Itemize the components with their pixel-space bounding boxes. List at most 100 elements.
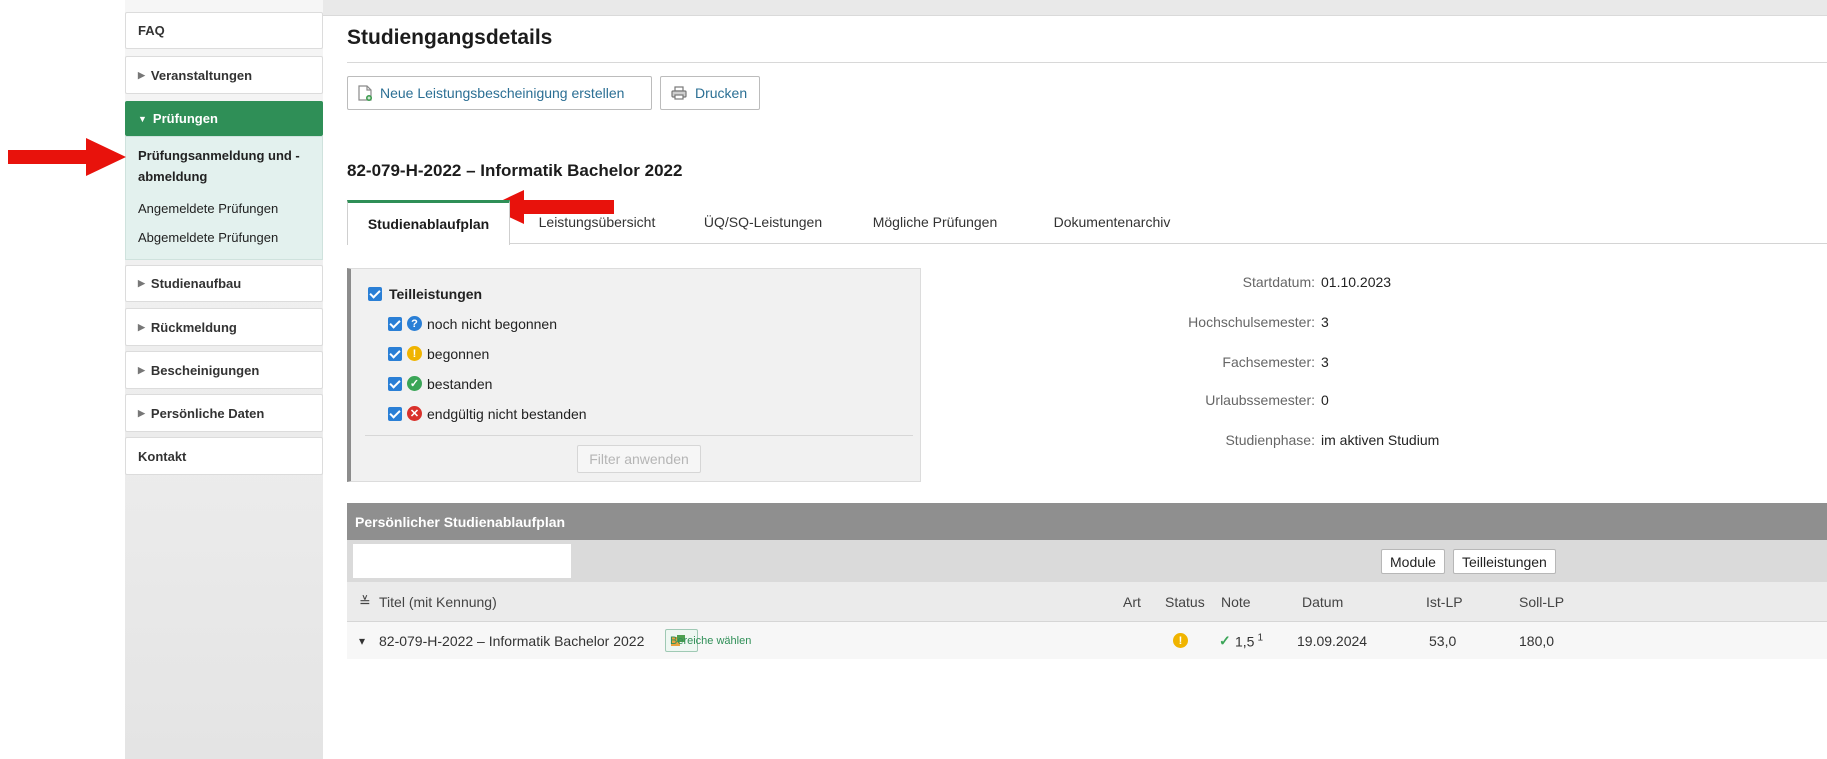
sidebar-item-label: Studienaufbau (150, 276, 242, 291)
row-soll-lp: 180,0 (1519, 632, 1555, 649)
col-status: Status (1165, 593, 1205, 610)
row-title: 82-079-H-2022 – Informatik Bachelor 2022 (379, 632, 645, 649)
col-soll-lp: Soll-LP (1519, 593, 1565, 610)
info-urlaubssemester: Urlaubssemester: 0 (1110, 392, 1570, 412)
row-note-value: 1,5 (1235, 632, 1255, 649)
error-icon: ✕ (407, 406, 422, 421)
sidebar-item-label: Bescheinigungen (150, 362, 260, 378)
new-certificate-button[interactable]: Neue Leistungsbescheinigung erstellen (347, 76, 652, 110)
print-button[interactable]: Drucken (660, 76, 760, 110)
sidebar-item-bescheinigungen[interactable]: ▶ Bescheinigungen (125, 351, 323, 389)
col-datum: Datum (1302, 593, 1344, 610)
sidebar-item-angemeldete-pruefungen[interactable]: Angemeldete Prüfungen (138, 201, 278, 216)
filter-checkbox-bestanden[interactable] (388, 377, 402, 391)
sidebar-item-persoenliche-daten[interactable]: ▶ Persönliche Daten (125, 394, 323, 432)
plan-toolbar: Module Teilleistungen (347, 540, 1827, 582)
title-divider (347, 62, 1827, 63)
tab-leistungsuebersicht[interactable]: Leistungsübersicht (522, 200, 672, 244)
tab-moegliche-pruefungen[interactable]: Mögliche Prüfungen (855, 200, 1015, 244)
filter-label: bestanden (427, 376, 493, 392)
chevron-right-icon: ▶ (138, 69, 145, 80)
module-button[interactable]: Module (1381, 549, 1445, 574)
sidebar-item-pruefungsanmeldung[interactable]: Prüfungsanmeldung und -abmeldung (138, 145, 308, 187)
info-hochschulsemester: Hochschulsemester: 3 (1110, 314, 1570, 334)
info-studienphase: Studienphase: im aktiven Studium (1110, 432, 1570, 452)
filter-divider (365, 435, 913, 436)
chevron-down-icon: ▼ (138, 113, 147, 124)
row-datum: 19.09.2024 (1297, 632, 1368, 649)
annotation-arrow-left (8, 138, 126, 176)
sidebar-item-kontakt[interactable]: Kontakt (125, 437, 323, 475)
info-value: im aktiven Studium (1321, 432, 1440, 448)
program-title: 82-079-H-2022 – Informatik Bachelor 2022 (347, 161, 683, 180)
status-warning-icon: ! (1173, 633, 1188, 648)
teilleistungen-button[interactable]: Teilleistungen (1453, 549, 1556, 574)
sidebar-item-pruefungen[interactable]: ▼ Prüfungen (125, 101, 323, 136)
filter-checkbox-noch-nicht-begonnen[interactable] (388, 317, 402, 331)
sidebar-item-label: Persönliche Daten (150, 405, 265, 421)
chevron-right-icon: ▶ (138, 364, 145, 375)
col-note: Note (1221, 593, 1251, 610)
info-label: Fachsemester: (1222, 354, 1315, 370)
teilleistungen-label: Teilleistungen (389, 286, 483, 302)
check-circle-icon: ✓ (407, 376, 422, 391)
sidebar-submenu-pruefungen: Prüfungsanmeldung und -abmeldung Angemel… (125, 136, 323, 260)
tab-dokumentenarchiv[interactable]: Dokumentenarchiv (1037, 200, 1187, 244)
table-header-row: ≚ Titel (mit Kennung) Art Status Note Da… (347, 582, 1827, 622)
chevron-right-icon: ▶ (138, 407, 145, 418)
plan-search-input[interactable] (353, 544, 571, 578)
teilleistungen-checkbox[interactable] (368, 287, 382, 301)
sidebar-item-label: Prüfungen (152, 111, 218, 126)
info-value: 0 (1321, 392, 1329, 408)
sidebar-item-faq[interactable]: FAQ (125, 12, 323, 49)
bereiche-waehlen-button[interactable]: Bereiche wählen (665, 629, 751, 652)
col-titel: Titel (mit Kennung) (379, 593, 497, 610)
sidebar: FAQ ▶ Veranstaltungen ▼ Prüfungen Prüfun… (125, 0, 323, 759)
sidebar-item-abgemeldete-pruefungen[interactable]: Abgemeldete Prüfungen (138, 230, 278, 245)
tab-bar: Studienablaufplan Leistungsübersicht ÜQ/… (347, 200, 1827, 245)
sidebar-item-label: Rückmeldung (150, 319, 237, 335)
table-row[interactable]: ▾ 82-079-H-2022 – Informatik Bachelor 20… (347, 622, 1827, 659)
row-ist-lp: 53,0 (1429, 632, 1457, 649)
row-note: 1,5 1 (1235, 632, 1263, 649)
info-label: Urlaubssemester: (1205, 392, 1315, 408)
bereiche-label: Bereiche wählen (670, 634, 752, 647)
filter-panel: Teilleistungen ? noch nicht begonnen ! b… (347, 268, 921, 482)
filter-label: endgültig nicht bestanden (427, 406, 587, 422)
check-icon: ✓ (1219, 632, 1231, 648)
sidebar-item-veranstaltungen[interactable]: ▶ Veranstaltungen (125, 56, 323, 94)
info-label: Startdatum: (1242, 274, 1315, 290)
print-label: Drucken (695, 85, 748, 101)
info-label: Hochschulsemester: (1188, 314, 1315, 330)
sidebar-item-studienaufbau[interactable]: ▶ Studienaufbau (125, 265, 323, 302)
apply-filter-button[interactable]: Filter anwenden (577, 445, 701, 473)
col-ist-lp: Ist-LP (1426, 593, 1463, 610)
tab-uq-sq-leistungen[interactable]: ÜQ/SQ-Leistungen (683, 200, 843, 244)
sidebar-item-rueckmeldung[interactable]: ▶ Rückmeldung (125, 308, 323, 346)
warning-icon: ! (407, 346, 422, 361)
new-certificate-label: Neue Leistungsbescheinigung erstellen (380, 85, 625, 101)
filter-checkbox-begonnen[interactable] (388, 347, 402, 361)
filter-label: begonnen (427, 346, 490, 362)
info-fachsemester: Fachsemester: 3 (1110, 354, 1570, 374)
chevron-right-icon: ▶ (138, 278, 145, 288)
sidebar-item-label: Veranstaltungen (150, 67, 253, 83)
printer-icon (671, 86, 687, 100)
filter-label: noch nicht begonnen (427, 316, 557, 332)
info-value: 3 (1321, 354, 1329, 370)
top-bar (323, 0, 1827, 16)
tab-studienablaufplan[interactable]: Studienablaufplan (347, 200, 510, 245)
col-art: Art (1123, 593, 1141, 610)
info-startdatum: Startdatum: 01.10.2023 (1110, 274, 1570, 294)
filter-checkbox-endgueltig-nicht-bestanden[interactable] (388, 407, 402, 421)
expand-chevron-icon[interactable]: ▾ (359, 634, 365, 648)
question-icon: ? (407, 316, 422, 331)
info-value: 01.10.2023 (1321, 274, 1392, 290)
sidebar-item-label: Kontakt (138, 448, 187, 464)
info-label: Studienphase: (1225, 432, 1315, 448)
new-document-icon (358, 85, 372, 101)
chevron-right-icon: ▶ (138, 321, 145, 332)
row-note-footnote: 1 (1257, 632, 1264, 644)
collapse-all-icon[interactable]: ≚ (359, 593, 371, 610)
sidebar-item-label: FAQ (138, 23, 165, 38)
